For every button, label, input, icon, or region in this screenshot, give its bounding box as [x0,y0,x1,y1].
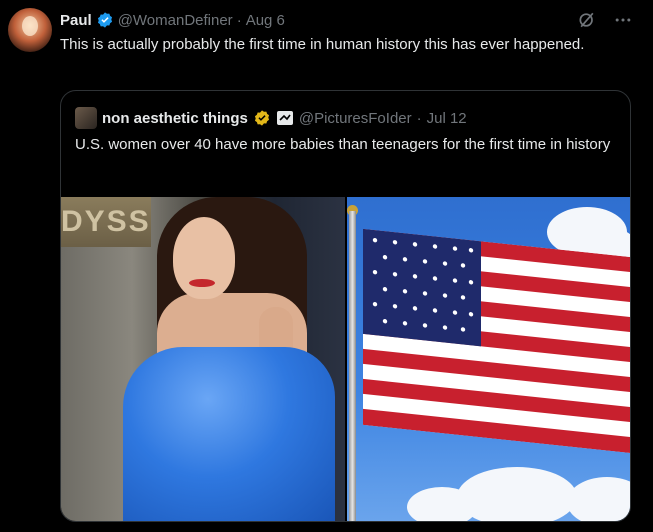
quote-avatar[interactable] [75,107,97,129]
quote-text: U.S. women over 40 have more babies than… [75,136,611,153]
affiliate-badge-icon [276,111,293,125]
tweet-text: This is actually probably the first time… [60,36,585,53]
more-icon[interactable] [613,10,633,30]
quote-media: DYSSEI [61,197,630,521]
quote-separator-dot: · [416,109,422,127]
verified-badge-icon [97,12,112,28]
avatar[interactable] [8,8,52,52]
quote-user-handle[interactable]: @PicturesFoIder [299,110,412,127]
us-flag-icon [363,228,630,454]
verified-gold-badge-icon [254,110,269,126]
tweet-actions-top [577,10,633,30]
photo-woman-blue-dress[interactable]: DYSSEI [61,197,345,521]
tweet-date[interactable]: Aug 6 [246,12,285,29]
photo-us-flag[interactable] [347,197,630,521]
quote-tweet[interactable]: non aesthetic things @PicturesFoIder · J… [60,90,631,522]
background-sign: DYSSEI [61,197,151,247]
quote-header: non aesthetic things @PicturesFoIder · J… [75,107,467,129]
separator-dot: · [236,11,242,29]
quote-date[interactable]: Jul 12 [427,110,467,127]
grok-icon[interactable] [577,10,597,30]
tweet-card[interactable]: Paul @WomanDefiner · Aug 6 This is actua… [0,0,653,532]
user-handle[interactable]: @WomanDefiner [118,12,233,29]
quote-user-name[interactable]: non aesthetic things [102,110,248,127]
user-name[interactable]: Paul [60,12,92,29]
tweet-header: Paul @WomanDefiner · Aug 6 [60,9,285,31]
